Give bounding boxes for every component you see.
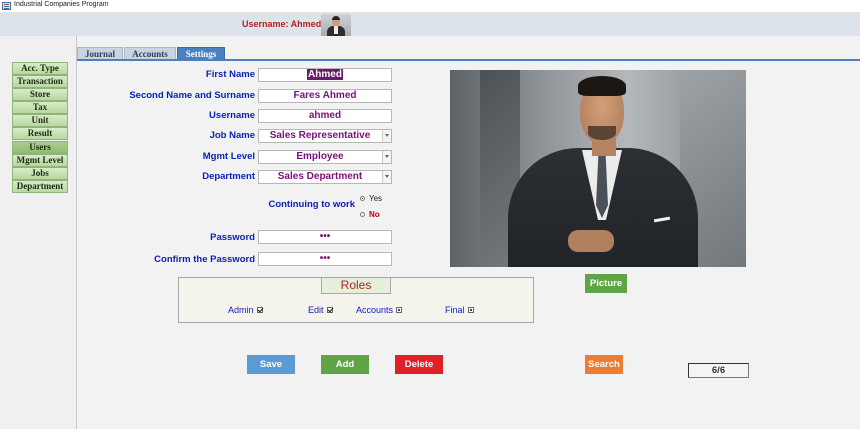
- header-bar: Username: Ahmed: [0, 13, 860, 36]
- add-button[interactable]: Add: [321, 355, 369, 374]
- role-edit-label: Edit: [308, 305, 324, 315]
- radio-yes-label: Yes: [369, 194, 383, 203]
- sidebar-item-jobs[interactable]: Jobs: [12, 167, 68, 180]
- second-name-field[interactable]: Fares Ahmed: [258, 89, 392, 103]
- radio-yes-option[interactable]: Yes: [360, 194, 382, 203]
- search-button[interactable]: Search: [585, 355, 623, 374]
- second-name-label: Second Name and Surname: [129, 90, 255, 101]
- role-final[interactable]: Final: [445, 305, 474, 315]
- chevron-down-icon[interactable]: [382, 151, 391, 163]
- radio-no-label: No: [369, 210, 380, 219]
- roles-panel: Roles Admin Edit Accounts Final: [178, 277, 534, 323]
- sidebar-item-store[interactable]: Store: [12, 88, 68, 101]
- confirm-password-label: Confirm the Password: [154, 254, 255, 265]
- window-titlebar: Industrial Companies Program: [0, 0, 860, 13]
- picture-button[interactable]: Picture: [585, 274, 627, 293]
- user-photo: [450, 70, 746, 267]
- role-edit[interactable]: Edit: [308, 305, 333, 315]
- role-final-label: Final: [445, 305, 465, 315]
- job-name-value: Sales Representative: [269, 130, 371, 141]
- sidebar-item-users[interactable]: Users: [12, 141, 68, 154]
- radio-no[interactable]: [360, 212, 365, 217]
- continuing-label: Continuing to work: [268, 199, 355, 210]
- sidebar: Acc. Type Transaction Store Tax Unit Res…: [0, 36, 77, 429]
- first-name-field[interactable]: Ahmed: [258, 68, 392, 82]
- job-name-select[interactable]: Sales Representative: [258, 129, 392, 143]
- sidebar-item-tax[interactable]: Tax: [12, 101, 68, 114]
- chevron-down-icon[interactable]: [382, 171, 391, 183]
- role-final-checkbox[interactable]: [467, 307, 474, 313]
- delete-button[interactable]: Delete: [395, 355, 443, 374]
- role-accounts-label: Accounts: [356, 305, 394, 315]
- record-counter: 6/6: [688, 363, 749, 378]
- username-label: Username: Ahmed: [242, 19, 322, 29]
- role-admin-checkbox[interactable]: [256, 307, 263, 313]
- avatar: [321, 14, 351, 36]
- username-field-label: Username: [209, 110, 255, 121]
- roles-title: Roles: [321, 277, 391, 294]
- main-content: Journal Accounts Settings First Name Sec…: [77, 36, 860, 429]
- radio-yes[interactable]: [360, 196, 365, 201]
- first-name-label: First Name: [205, 69, 255, 80]
- mgmt-level-label: Mgmt Level: [202, 151, 255, 162]
- window-title: Industrial Companies Program: [14, 1, 109, 8]
- department-select[interactable]: Sales Department: [258, 170, 392, 184]
- sidebar-item-result[interactable]: Result: [12, 127, 68, 140]
- tab-underline: [77, 59, 860, 61]
- radio-no-option[interactable]: No: [360, 210, 380, 219]
- password-label: Password: [210, 232, 255, 243]
- sidebar-item-acc-type[interactable]: Acc. Type: [12, 62, 68, 75]
- username-field[interactable]: ahmed: [258, 109, 392, 123]
- save-button[interactable]: Save: [247, 355, 295, 374]
- department-label: Department: [202, 171, 255, 182]
- sidebar-item-mgmt-level[interactable]: Mgmt Level: [12, 154, 68, 167]
- sidebar-item-department[interactable]: Department: [12, 180, 68, 193]
- confirm-password-field[interactable]: •••: [258, 252, 392, 266]
- sidebar-item-transaction[interactable]: Transaction: [12, 75, 68, 88]
- role-accounts[interactable]: Accounts: [356, 305, 403, 315]
- sidebar-item-unit[interactable]: Unit: [12, 114, 68, 127]
- role-admin-label: Admin: [228, 305, 254, 315]
- role-admin[interactable]: Admin: [228, 305, 263, 315]
- mgmt-level-value: Employee: [296, 151, 344, 162]
- role-accounts-checkbox[interactable]: [396, 307, 403, 313]
- role-edit-checkbox[interactable]: [326, 307, 333, 313]
- app-icon: [2, 2, 11, 10]
- password-field[interactable]: •••: [258, 230, 392, 244]
- job-name-label: Job Name: [209, 130, 255, 141]
- department-value: Sales Department: [277, 171, 363, 182]
- mgmt-level-select[interactable]: Employee: [258, 150, 392, 164]
- chevron-down-icon[interactable]: [382, 130, 391, 142]
